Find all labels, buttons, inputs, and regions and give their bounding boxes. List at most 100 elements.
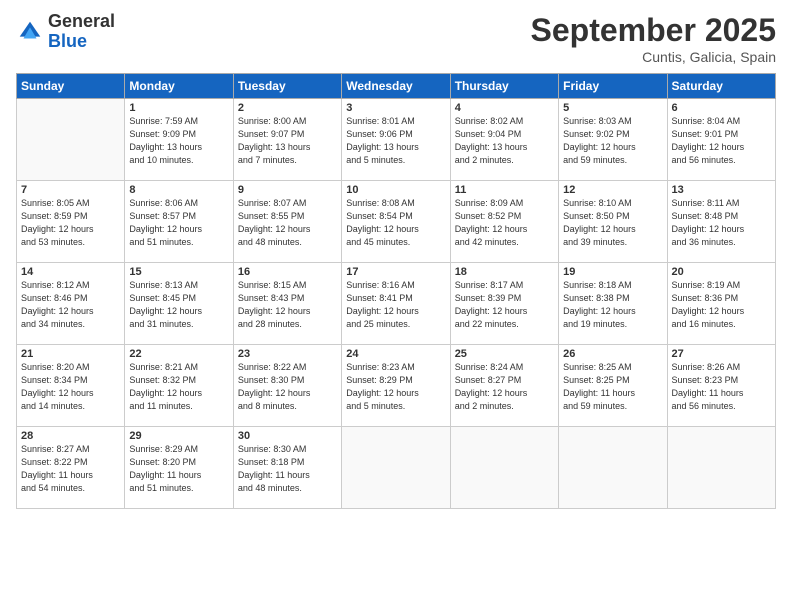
calendar-cell: 26Sunrise: 8:25 AMSunset: 8:25 PMDayligh… [559,345,667,427]
cell-info: Sunrise: 8:29 AMSunset: 8:20 PMDaylight:… [129,443,228,495]
cell-info: Sunrise: 8:19 AMSunset: 8:36 PMDaylight:… [672,279,771,331]
cell-info: Sunrise: 8:22 AMSunset: 8:30 PMDaylight:… [238,361,337,413]
week-row-0: 1Sunrise: 7:59 AMSunset: 9:09 PMDaylight… [17,99,776,181]
cell-info: Sunrise: 7:59 AMSunset: 9:09 PMDaylight:… [129,115,228,167]
calendar-cell [667,427,775,509]
cell-info: Sunrise: 8:00 AMSunset: 9:07 PMDaylight:… [238,115,337,167]
cell-info: Sunrise: 8:26 AMSunset: 8:23 PMDaylight:… [672,361,771,413]
header-saturday: Saturday [667,74,775,99]
calendar-body: 1Sunrise: 7:59 AMSunset: 9:09 PMDaylight… [17,99,776,509]
day-number: 14 [21,266,120,278]
header-wednesday: Wednesday [342,74,450,99]
calendar-cell [342,427,450,509]
day-number: 27 [672,348,771,360]
calendar-cell: 25Sunrise: 8:24 AMSunset: 8:27 PMDayligh… [450,345,558,427]
cell-info: Sunrise: 8:07 AMSunset: 8:55 PMDaylight:… [238,197,337,249]
calendar-cell: 9Sunrise: 8:07 AMSunset: 8:55 PMDaylight… [233,181,341,263]
day-number: 7 [21,184,120,196]
cell-info: Sunrise: 8:01 AMSunset: 9:06 PMDaylight:… [346,115,445,167]
logo-icon [16,18,44,46]
day-number: 29 [129,430,228,442]
day-number: 12 [563,184,662,196]
day-number: 3 [346,102,445,114]
day-number: 26 [563,348,662,360]
logo-general: General [48,12,115,32]
cell-info: Sunrise: 8:24 AMSunset: 8:27 PMDaylight:… [455,361,554,413]
calendar-cell: 2Sunrise: 8:00 AMSunset: 9:07 PMDaylight… [233,99,341,181]
calendar-cell: 7Sunrise: 8:05 AMSunset: 8:59 PMDaylight… [17,181,125,263]
calendar-cell: 13Sunrise: 8:11 AMSunset: 8:48 PMDayligh… [667,181,775,263]
calendar-cell: 4Sunrise: 8:02 AMSunset: 9:04 PMDaylight… [450,99,558,181]
calendar-cell: 22Sunrise: 8:21 AMSunset: 8:32 PMDayligh… [125,345,233,427]
week-row-1: 7Sunrise: 8:05 AMSunset: 8:59 PMDaylight… [17,181,776,263]
title-section: September 2025 Cuntis, Galicia, Spain [531,12,776,65]
logo-blue: Blue [48,32,115,52]
day-number: 10 [346,184,445,196]
calendar-cell: 29Sunrise: 8:29 AMSunset: 8:20 PMDayligh… [125,427,233,509]
calendar-cell: 12Sunrise: 8:10 AMSunset: 8:50 PMDayligh… [559,181,667,263]
header-friday: Friday [559,74,667,99]
calendar-cell: 14Sunrise: 8:12 AMSunset: 8:46 PMDayligh… [17,263,125,345]
cell-info: Sunrise: 8:12 AMSunset: 8:46 PMDaylight:… [21,279,120,331]
header: General Blue September 2025 Cuntis, Gali… [16,12,776,65]
calendar-cell: 5Sunrise: 8:03 AMSunset: 9:02 PMDaylight… [559,99,667,181]
cell-info: Sunrise: 8:11 AMSunset: 8:48 PMDaylight:… [672,197,771,249]
calendar-cell: 27Sunrise: 8:26 AMSunset: 8:23 PMDayligh… [667,345,775,427]
day-number: 17 [346,266,445,278]
calendar-cell [17,99,125,181]
calendar-cell: 28Sunrise: 8:27 AMSunset: 8:22 PMDayligh… [17,427,125,509]
calendar-cell [559,427,667,509]
day-number: 24 [346,348,445,360]
cell-info: Sunrise: 8:21 AMSunset: 8:32 PMDaylight:… [129,361,228,413]
week-row-2: 14Sunrise: 8:12 AMSunset: 8:46 PMDayligh… [17,263,776,345]
page: General Blue September 2025 Cuntis, Gali… [0,0,792,612]
day-number: 11 [455,184,554,196]
calendar-cell: 16Sunrise: 8:15 AMSunset: 8:43 PMDayligh… [233,263,341,345]
location: Cuntis, Galicia, Spain [531,49,776,65]
calendar: Sunday Monday Tuesday Wednesday Thursday… [16,73,776,509]
day-number: 25 [455,348,554,360]
cell-info: Sunrise: 8:04 AMSunset: 9:01 PMDaylight:… [672,115,771,167]
calendar-cell [450,427,558,509]
cell-info: Sunrise: 8:27 AMSunset: 8:22 PMDaylight:… [21,443,120,495]
cell-info: Sunrise: 8:05 AMSunset: 8:59 PMDaylight:… [21,197,120,249]
day-number: 15 [129,266,228,278]
calendar-cell: 19Sunrise: 8:18 AMSunset: 8:38 PMDayligh… [559,263,667,345]
calendar-cell: 24Sunrise: 8:23 AMSunset: 8:29 PMDayligh… [342,345,450,427]
cell-info: Sunrise: 8:15 AMSunset: 8:43 PMDaylight:… [238,279,337,331]
calendar-cell: 8Sunrise: 8:06 AMSunset: 8:57 PMDaylight… [125,181,233,263]
day-number: 28 [21,430,120,442]
calendar-cell: 1Sunrise: 7:59 AMSunset: 9:09 PMDaylight… [125,99,233,181]
calendar-cell: 6Sunrise: 8:04 AMSunset: 9:01 PMDaylight… [667,99,775,181]
calendar-cell: 30Sunrise: 8:30 AMSunset: 8:18 PMDayligh… [233,427,341,509]
calendar-cell: 10Sunrise: 8:08 AMSunset: 8:54 PMDayligh… [342,181,450,263]
calendar-cell: 20Sunrise: 8:19 AMSunset: 8:36 PMDayligh… [667,263,775,345]
day-number: 9 [238,184,337,196]
day-number: 20 [672,266,771,278]
cell-info: Sunrise: 8:20 AMSunset: 8:34 PMDaylight:… [21,361,120,413]
month-title: September 2025 [531,12,776,49]
header-monday: Monday [125,74,233,99]
day-number: 1 [129,102,228,114]
week-row-4: 28Sunrise: 8:27 AMSunset: 8:22 PMDayligh… [17,427,776,509]
calendar-cell: 11Sunrise: 8:09 AMSunset: 8:52 PMDayligh… [450,181,558,263]
calendar-cell: 3Sunrise: 8:01 AMSunset: 9:06 PMDaylight… [342,99,450,181]
cell-info: Sunrise: 8:30 AMSunset: 8:18 PMDaylight:… [238,443,337,495]
calendar-cell: 15Sunrise: 8:13 AMSunset: 8:45 PMDayligh… [125,263,233,345]
cell-info: Sunrise: 8:25 AMSunset: 8:25 PMDaylight:… [563,361,662,413]
calendar-header: Sunday Monday Tuesday Wednesday Thursday… [17,74,776,99]
cell-info: Sunrise: 8:10 AMSunset: 8:50 PMDaylight:… [563,197,662,249]
header-thursday: Thursday [450,74,558,99]
logo-text: General Blue [48,12,115,52]
cell-info: Sunrise: 8:17 AMSunset: 8:39 PMDaylight:… [455,279,554,331]
header-row: Sunday Monday Tuesday Wednesday Thursday… [17,74,776,99]
cell-info: Sunrise: 8:08 AMSunset: 8:54 PMDaylight:… [346,197,445,249]
calendar-cell: 23Sunrise: 8:22 AMSunset: 8:30 PMDayligh… [233,345,341,427]
day-number: 8 [129,184,228,196]
day-number: 30 [238,430,337,442]
logo: General Blue [16,12,115,52]
calendar-cell: 21Sunrise: 8:20 AMSunset: 8:34 PMDayligh… [17,345,125,427]
header-tuesday: Tuesday [233,74,341,99]
week-row-3: 21Sunrise: 8:20 AMSunset: 8:34 PMDayligh… [17,345,776,427]
cell-info: Sunrise: 8:13 AMSunset: 8:45 PMDaylight:… [129,279,228,331]
